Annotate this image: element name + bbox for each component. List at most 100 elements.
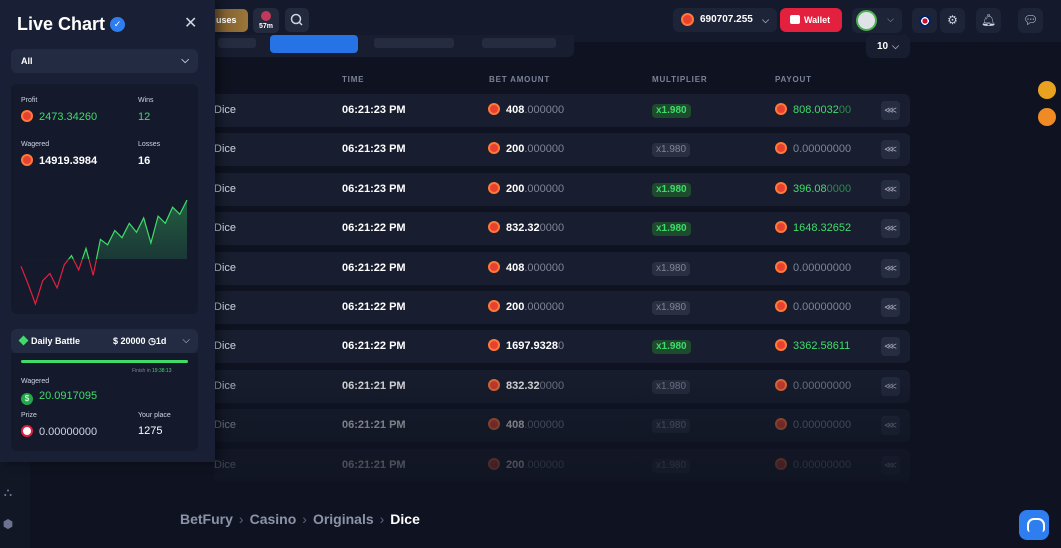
- game-name: Dice: [214, 340, 237, 352]
- share-icon[interactable]: ⋘: [881, 101, 900, 120]
- coin-icon: [488, 103, 500, 115]
- share-icon[interactable]: ⋘: [881, 180, 900, 199]
- table-row[interactable]: Dice 06:21:23 PM 408.000000 x1.980 808.00320…: [214, 94, 910, 127]
- breadcrumb: BetFury › Casino › Originals › Dice: [180, 511, 420, 527]
- multiplier-badge: x1.980: [652, 183, 691, 197]
- share-icon[interactable]: ⋘: [881, 456, 900, 475]
- coin-icon: [488, 142, 500, 154]
- payout-main: 0.00000000: [793, 459, 852, 471]
- bets-filter-tabs: [214, 35, 574, 57]
- multiplier-badge: x1.980: [652, 262, 691, 276]
- bet-amount-main: 408: [506, 419, 525, 431]
- payout: 3362.58611: [775, 330, 850, 363]
- chevron-right-icon: ›: [238, 511, 244, 527]
- bet-amount-decimals: 0: [558, 340, 565, 352]
- bonus-icon[interactable]: [1038, 108, 1056, 126]
- prize-label: Prize: [21, 412, 37, 419]
- gear-icon: ⚙: [947, 13, 958, 27]
- rows-per-page-select[interactable]: 10 ⌵: [866, 35, 910, 58]
- battle-prize-pool: $ 20000 ◷1d: [113, 329, 166, 353]
- coin-icon: [21, 154, 33, 166]
- close-icon[interactable]: ✕: [184, 13, 197, 33]
- balance-selector[interactable]: 690707.255 ⌵: [673, 8, 777, 32]
- share-icon[interactable]: ⋘: [881, 377, 900, 396]
- uk-flag-icon: [918, 14, 931, 27]
- multiplier-badge: x1.980: [652, 340, 691, 354]
- profile-menu[interactable]: ⌵: [852, 8, 902, 33]
- bet-amount: 832.320000: [488, 212, 564, 245]
- bet-time: 06:21:23 PM: [342, 143, 406, 155]
- coin-icon: [488, 418, 500, 430]
- table-row[interactable]: Dice 06:21:21 PM 832.320000 x1.980 0.0000000…: [214, 370, 910, 403]
- breadcrumb-betfury[interactable]: BetFury: [180, 511, 233, 527]
- bet-amount-main: 200: [506, 183, 525, 195]
- search-icon: [290, 13, 303, 26]
- live-chart-panel: Live Chart ✓ ✕ All ⌵ Profit 2473.34260 W…: [0, 0, 215, 462]
- coin-icon: [488, 221, 500, 233]
- table-row[interactable]: Dice 06:21:22 PM 200.000000 x1.980 0.0000000…: [214, 291, 910, 324]
- breadcrumb-casino[interactable]: Casino: [250, 511, 297, 527]
- language-button[interactable]: [912, 8, 937, 33]
- support-headset-icon[interactable]: [1019, 510, 1049, 540]
- table-row[interactable]: Dice 06:21:21 PM 200.000000 x1.980 0.0000000…: [214, 449, 910, 482]
- battle-prize-amount: $ 20000: [113, 336, 146, 346]
- payout: 396.080000: [775, 173, 851, 206]
- payout-decimals: 00: [838, 104, 852, 116]
- game-filter-select[interactable]: All ⌵: [11, 49, 198, 73]
- bet-time: 06:21:21 PM: [342, 419, 406, 431]
- chevron-down-icon: ⌵: [892, 41, 899, 51]
- cube-icon[interactable]: ⬢: [0, 517, 16, 531]
- share-icon[interactable]: ⋘: [881, 298, 900, 317]
- wagered-amount: 14919.3984: [39, 155, 98, 167]
- bet-time: 06:21:22 PM: [342, 262, 406, 274]
- search-button[interactable]: [285, 8, 309, 32]
- table-row[interactable]: Dice 06:21:22 PM 408.000000 x1.980 0.0000000…: [214, 252, 910, 285]
- tab-high-rollers[interactable]: [374, 38, 454, 48]
- tournament-icon[interactable]: ⛬: [0, 485, 16, 499]
- chevron-down-icon: ⌵: [181, 55, 189, 66]
- battle-period: 1d: [155, 336, 167, 346]
- share-icon[interactable]: ⋘: [881, 219, 900, 238]
- column-header-time: TIME: [342, 75, 365, 84]
- game-name: Dice: [214, 183, 237, 195]
- tab-rare-wins[interactable]: [482, 38, 556, 48]
- coin-icon: [775, 300, 787, 312]
- share-icon[interactable]: ⋘: [881, 259, 900, 278]
- payout-main: 0.00000000: [793, 380, 852, 392]
- bet-time: 06:21:22 PM: [342, 340, 406, 352]
- coin-icon: [775, 221, 787, 233]
- table-row[interactable]: Dice 06:21:22 PM 1697.93280 x1.980 3362.5861…: [214, 330, 910, 363]
- share-icon[interactable]: ⋘: [881, 140, 900, 159]
- trophy-icon[interactable]: [1038, 81, 1056, 99]
- table-row[interactable]: Dice 06:21:22 PM 832.320000 x1.980 1648.3265…: [214, 212, 910, 245]
- bet-amount: 408.000000: [488, 94, 564, 127]
- table-row[interactable]: Dice 06:21:21 PM 408.000000 x1.980 0.0000000…: [214, 409, 910, 442]
- battle-wagered-amount: 20.0917095: [39, 390, 98, 402]
- wallet-button[interactable]: Wallet: [780, 8, 842, 32]
- coin-icon: [488, 379, 500, 391]
- daily-battle-header[interactable]: Daily Battle $ 20000 ◷1d ⌵: [11, 329, 198, 353]
- tab-my-bets[interactable]: [270, 35, 358, 53]
- payout-main: 396.08: [793, 183, 827, 195]
- tab-all-bets[interactable]: [218, 38, 256, 48]
- breadcrumb-originals[interactable]: Originals: [313, 511, 374, 527]
- battle-icon: [18, 335, 29, 346]
- bonuses-button[interactable]: uses: [214, 9, 248, 32]
- share-icon[interactable]: ⋘: [881, 337, 900, 356]
- game-name: Dice: [214, 459, 237, 471]
- share-icon[interactable]: ⋘: [881, 416, 900, 435]
- chat-button[interactable]: 💬︎: [1018, 8, 1043, 33]
- settings-button[interactable]: ⚙: [940, 8, 965, 33]
- dollar-icon: $: [21, 393, 33, 405]
- payout: 1648.32652: [775, 212, 851, 245]
- finish-label: Finish in: [132, 368, 151, 374]
- battle-progress-fill: [21, 360, 188, 363]
- bet-amount-main: 832.32: [506, 380, 540, 392]
- table-row[interactable]: Dice 06:21:23 PM 200.000000 x1.980 0.0000000…: [214, 133, 910, 166]
- table-row[interactable]: Dice 06:21:23 PM 200.000000 x1.980 396.08000…: [214, 173, 910, 206]
- notifications-button[interactable]: 🔔︎: [976, 8, 1001, 33]
- wagered-value: 14919.3984: [21, 154, 97, 167]
- profit-label: Profit: [21, 97, 38, 104]
- bet-time: 06:21:22 PM: [342, 301, 406, 313]
- timer-button[interactable]: 57m: [253, 8, 279, 33]
